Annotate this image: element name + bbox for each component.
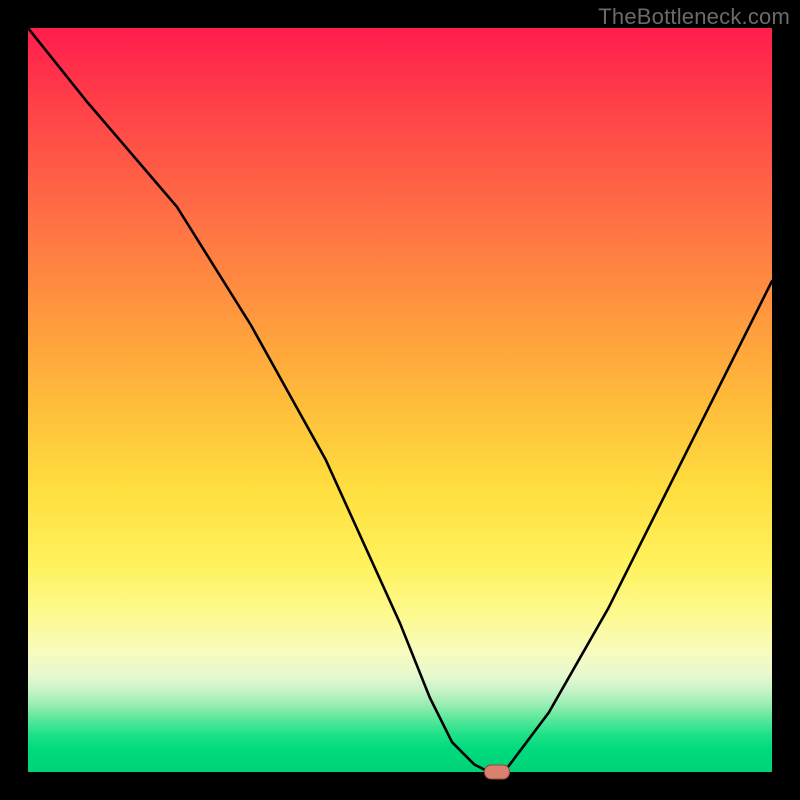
bottleneck-curve — [28, 28, 772, 772]
chart-frame: TheBottleneck.com — [0, 0, 800, 800]
curve-path — [28, 28, 772, 772]
plot-area — [28, 28, 772, 772]
watermark-text: TheBottleneck.com — [598, 4, 790, 30]
optimal-marker — [484, 765, 510, 780]
